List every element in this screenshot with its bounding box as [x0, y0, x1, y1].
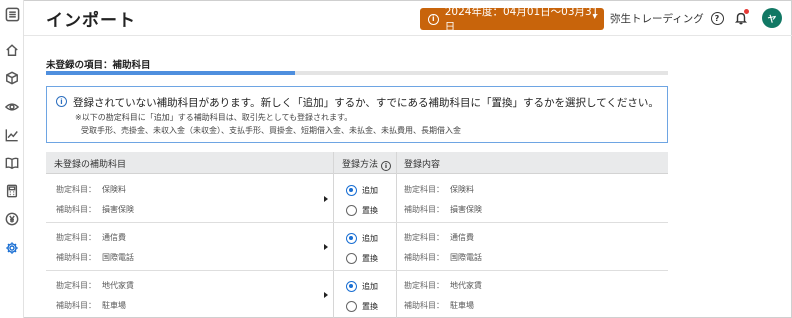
- unregistered-sub-account: 補助科目： 駐車場: [56, 301, 126, 310]
- radio-button[interactable]: [346, 205, 357, 216]
- notification-badge: [744, 9, 749, 14]
- unregistered-sub-accounts-table: 未登録の補助科目 登録方法 i 登録内容 勘定科目： 保険料 補助科目： 損害保険 追…: [46, 152, 668, 318]
- registered-account: 勘定科目： 保険料: [404, 185, 474, 194]
- fiscal-period-label: 2024年度：04月01日〜03月31日: [444, 6, 599, 33]
- eye-icon[interactable]: [4, 99, 20, 115]
- radio-replace[interactable]: 置換: [346, 205, 378, 216]
- fiscal-period-button[interactable]: i 2024年度：04月01日〜03月31日 ▾: [420, 6, 604, 33]
- table-row: 勘定科目： 通信費 補助科目： 国際電話 追加 置換 勘定科目： 通信費 補助科目：国…: [46, 223, 668, 271]
- info-icon: i: [428, 13, 439, 25]
- avatar[interactable]: ヤ: [762, 8, 782, 28]
- box-icon[interactable]: [4, 70, 20, 86]
- column-header-method: 登録方法 i: [342, 157, 392, 171]
- expand-arrow-icon[interactable]: [324, 292, 328, 298]
- notification-button[interactable]: [732, 9, 750, 27]
- top-header: インポート i 2024年度：04月01日〜03月31日 ▾ 弥生トレーディング…: [24, 0, 792, 36]
- home-icon[interactable]: [4, 42, 20, 58]
- help-icon: ?: [710, 11, 724, 25]
- radio-button[interactable]: [346, 233, 357, 244]
- info-icon: i: [56, 96, 67, 107]
- radio-replace[interactable]: 置換: [346, 253, 378, 264]
- expand-arrow-icon[interactable]: [324, 196, 328, 202]
- info-notice: i 登録されていない補助科目があります。新しく「追加」するか、すでにある補助科目…: [46, 86, 668, 143]
- radio-button[interactable]: [346, 301, 357, 312]
- book-icon[interactable]: [4, 155, 20, 171]
- column-header-method-label: 登録方法: [342, 160, 379, 170]
- chevron-down-icon: ▾: [592, 12, 597, 22]
- registered-sub-account: 補助科目： 国際電話: [404, 253, 482, 262]
- page-title: インポート: [46, 11, 136, 31]
- notice-message: 登録されていない補助科目があります。新しく「追加」するか、すでにある補助科目に「…: [73, 97, 659, 109]
- radio-add[interactable]: 追加: [346, 281, 378, 292]
- radio-button[interactable]: [346, 253, 357, 264]
- unregistered-account: 勘定科目： 通信費: [56, 233, 126, 242]
- info-icon[interactable]: i: [381, 161, 392, 171]
- radio-button[interactable]: [346, 185, 357, 196]
- radio-add[interactable]: 追加: [346, 185, 378, 196]
- gear-icon[interactable]: [4, 240, 20, 256]
- registered-account: 勘定科目： 地代家賃: [404, 281, 482, 290]
- radio-replace-label: 置換: [362, 302, 378, 311]
- menu-icon[interactable]: [4, 6, 20, 22]
- radio-add-label: 追加: [362, 282, 378, 291]
- progress-bar: [46, 71, 668, 75]
- registered-sub-account: 補助科目： 駐車場: [404, 301, 474, 310]
- sidebar: [0, 0, 24, 318]
- radio-button[interactable]: [346, 281, 357, 292]
- expand-arrow-icon[interactable]: [324, 244, 328, 250]
- column-header-unregistered: 未登録の補助科目: [54, 160, 127, 170]
- chart-icon[interactable]: [4, 127, 20, 143]
- radio-replace[interactable]: 置換: [346, 301, 378, 312]
- column-header-content: 登録内容: [404, 160, 441, 170]
- unregistered-sub-account: 補助科目： 損害保険: [56, 205, 134, 214]
- yen-icon[interactable]: [4, 211, 20, 227]
- radio-add-label: 追加: [362, 234, 378, 243]
- unregistered-sub-account: 補助科目： 国際電話: [56, 253, 134, 262]
- table-header: 未登録の補助科目 登録方法 i 登録内容: [46, 152, 668, 174]
- radio-replace-label: 置換: [362, 206, 378, 215]
- progress-fill: [46, 71, 295, 75]
- radio-add-label: 追加: [362, 186, 378, 195]
- unregistered-account: 勘定科目： 地代家賃: [56, 281, 134, 290]
- radio-replace-label: 置換: [362, 254, 378, 263]
- table-row: 勘定科目： 保険料 補助科目： 損害保険 追加 置換 勘定科目： 保険料 補助科目：損…: [46, 175, 668, 223]
- notice-note: ※以下の勘定科目に「追加」する補助科目は、取引先としても登録されます。: [75, 113, 353, 122]
- registered-sub-account: 補助科目： 損害保険: [404, 205, 482, 214]
- radio-add[interactable]: 追加: [346, 233, 378, 244]
- unregistered-account: 勘定科目： 保険料: [56, 185, 126, 194]
- company-name[interactable]: 弥生トレーディング: [610, 11, 704, 26]
- table-row: 勘定科目： 地代家賃 補助科目： 駐車場 追加 置換 勘定科目： 地代家賃 補助科目：…: [46, 271, 668, 318]
- notice-account-list: 受取手形、売掛金、未収入金（未収金）、支払手形、買掛金、短期借入金、未払金、未払…: [81, 126, 461, 135]
- help-button[interactable]: ?: [708, 9, 726, 27]
- section-title: 未登録の項目：補助科目: [46, 60, 151, 71]
- calculator-icon[interactable]: [4, 183, 20, 199]
- registered-account: 勘定科目： 通信費: [404, 233, 474, 242]
